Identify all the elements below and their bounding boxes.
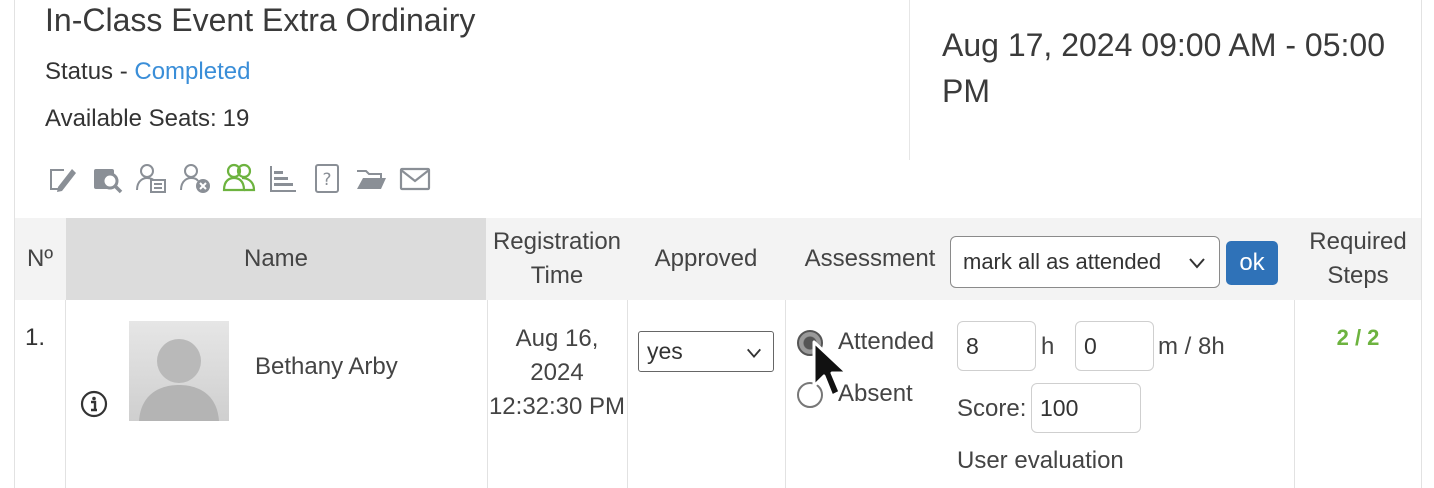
header-registration-time: Registration Time xyxy=(492,228,622,289)
column-divider xyxy=(785,300,786,488)
available-seats: Available Seats: 19 xyxy=(45,105,249,133)
mail-icon[interactable] xyxy=(398,160,442,196)
event-date-range: Aug 17, 2024 09:00 AM - 05:00 PM xyxy=(942,27,1385,109)
report-icon[interactable] xyxy=(266,160,310,196)
header-assessment: Assessment xyxy=(804,245,936,272)
hours-unit: h xyxy=(1041,333,1055,360)
seats-label: Available Seats: xyxy=(45,105,217,132)
remove-user-icon[interactable] xyxy=(178,160,222,196)
event-toolbar: ? xyxy=(46,160,442,196)
user-name[interactable]: Bethany Arby xyxy=(255,353,398,381)
bulk-assessment-select[interactable]: mark all as attended xyxy=(950,236,1220,288)
hours-input[interactable]: 8 xyxy=(957,321,1036,371)
header-divider xyxy=(909,0,910,160)
question-icon[interactable]: ? xyxy=(310,160,354,196)
header-required-steps: Required Steps xyxy=(1309,228,1407,289)
folder-icon[interactable] xyxy=(354,160,398,196)
info-icon[interactable] xyxy=(80,390,108,418)
header-number: Nº xyxy=(26,245,54,272)
seats-value: 19 xyxy=(222,105,250,132)
minutes-input[interactable]: 0 xyxy=(1075,321,1154,371)
users-group-icon[interactable] xyxy=(222,160,266,196)
bulk-assessment-value: mark all as attended xyxy=(963,249,1162,274)
view-details-icon[interactable] xyxy=(90,160,134,196)
svg-text:?: ? xyxy=(322,170,331,190)
event-title: In-Class Event Extra Ordinairy xyxy=(45,2,476,38)
ok-button[interactable]: ok xyxy=(1226,241,1278,285)
header-approved: Approved xyxy=(654,245,758,272)
user-list-icon[interactable] xyxy=(134,160,178,196)
status-label: Status - xyxy=(45,58,135,85)
row-number: 1. xyxy=(25,324,46,351)
approved-value: yes xyxy=(647,338,683,364)
approved-select[interactable]: yes xyxy=(638,331,774,372)
score-label: Score: xyxy=(957,395,1027,422)
mouse-cursor-icon xyxy=(812,340,849,398)
registration-time: Aug 16, 2024 12:32:30 PM xyxy=(488,325,626,420)
user-evaluation-link[interactable]: User evaluation xyxy=(957,447,1124,475)
chevron-down-icon xyxy=(1189,258,1205,269)
score-input[interactable]: 100 xyxy=(1031,383,1141,433)
chevron-down-icon xyxy=(747,348,761,358)
column-divider xyxy=(65,300,66,488)
minutes-unit: m / 8h xyxy=(1158,333,1225,360)
status-value[interactable]: Completed xyxy=(134,58,250,85)
required-steps-value: 2 / 2 xyxy=(1336,325,1380,350)
status-line: Status - Completed xyxy=(45,58,250,86)
edit-icon[interactable] xyxy=(46,160,90,196)
header-name[interactable]: Name xyxy=(66,218,486,300)
avatar xyxy=(129,321,229,421)
column-divider xyxy=(627,300,628,488)
attended-label[interactable]: Attended xyxy=(838,328,934,356)
